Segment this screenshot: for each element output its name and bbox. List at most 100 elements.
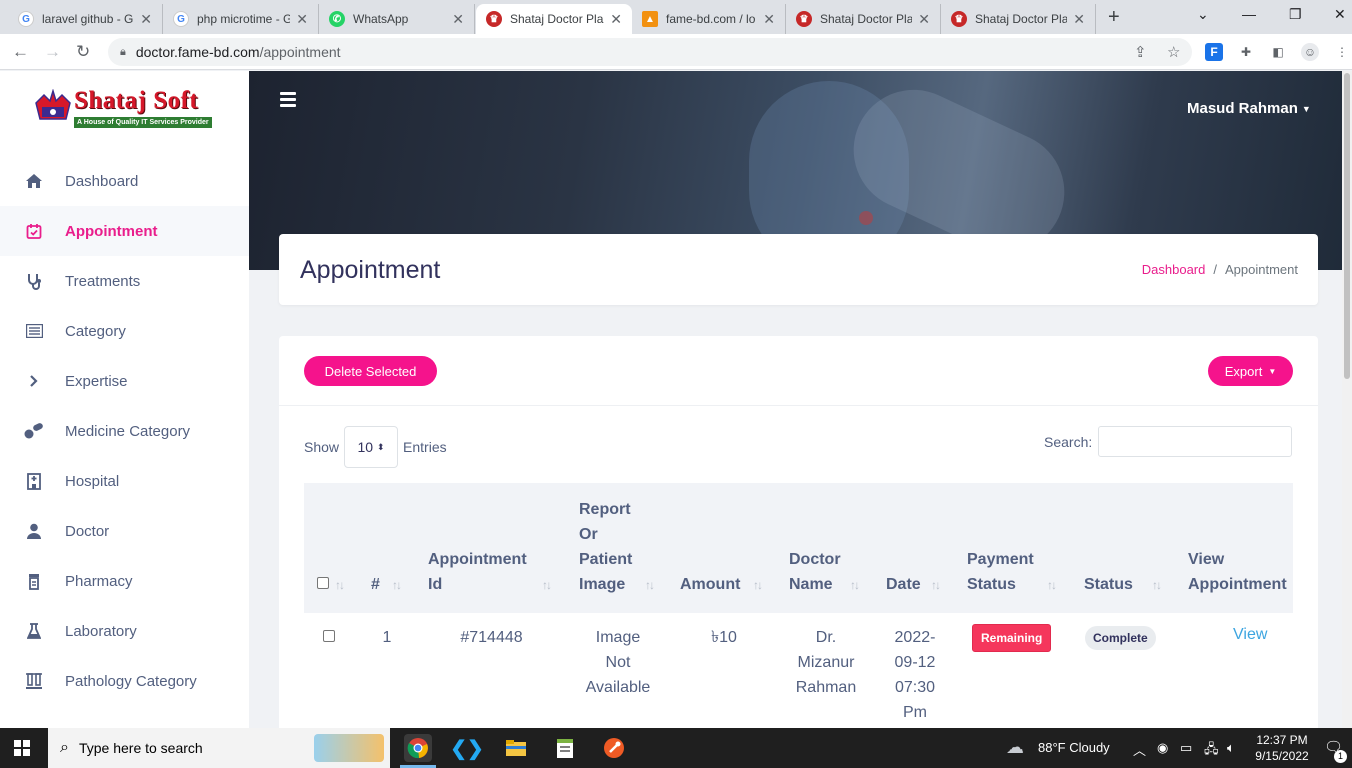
volume-icon[interactable]: 🔈︎: [1227, 740, 1235, 756]
minimize-icon[interactable]: —: [1242, 6, 1256, 22]
tab-search-chevron-icon[interactable]: ⌄: [1197, 6, 1209, 23]
sidebar-item-medicine-category[interactable]: Medicine Category: [0, 406, 249, 456]
tab-title: Shataj Doctor Pla: [510, 12, 604, 26]
bookmark-star-icon[interactable]: ☆: [1167, 43, 1180, 61]
close-icon[interactable]: ✕: [140, 11, 152, 28]
close-icon[interactable]: ✕: [452, 11, 464, 28]
sidebar-item-category[interactable]: Category: [0, 306, 249, 356]
column-header-view-appointment[interactable]: View Appointment: [1188, 547, 1287, 597]
sidebar-item-label: Category: [65, 322, 126, 340]
sort-icon[interactable]: ↑↓: [335, 578, 345, 592]
browser-tab[interactable]: ♛ Shataj Doctor Pla ✕: [941, 4, 1096, 34]
sort-icon[interactable]: ↑↓: [542, 578, 552, 592]
site-favicon-icon: ♛: [486, 11, 502, 27]
address-bar[interactable]: 🔒︎ doctor.fame-bd.com/appointment: [108, 38, 1192, 66]
flask-icon: [24, 621, 44, 641]
sort-icon[interactable]: ↑↓: [645, 578, 655, 592]
window-close-icon[interactable]: ✕: [1334, 6, 1346, 23]
site-favicon-icon: ♛: [796, 11, 812, 27]
browser-menu-icon[interactable]: ⋮: [1333, 43, 1351, 61]
sort-icon[interactable]: ↑↓: [1047, 578, 1057, 592]
meet-now-icon[interactable]: ◉: [1157, 740, 1168, 756]
back-icon[interactable]: ←: [12, 42, 29, 62]
browser-tab[interactable]: ▲ fame-bd.com / lo ✕: [632, 4, 786, 34]
column-header-status[interactable]: Status: [1084, 572, 1133, 597]
column-header-number[interactable]: #: [371, 572, 380, 597]
windows-start-icon[interactable]: [14, 740, 30, 756]
column-header-payment-status[interactable]: Payment Status: [967, 547, 1034, 597]
sort-icon[interactable]: ↑↓: [1152, 578, 1162, 592]
column-header-doctor-name[interactable]: Doctor Name: [789, 547, 841, 597]
new-tab-icon[interactable]: +: [1108, 6, 1120, 29]
delete-selected-button[interactable]: Delete Selected: [304, 356, 437, 386]
sidebar-item-pharmacy[interactable]: Pharmacy: [0, 556, 249, 606]
sort-icon[interactable]: ↑↓: [931, 578, 941, 592]
crown-logo-icon: [35, 89, 71, 120]
notepad-plus-icon[interactable]: [551, 734, 579, 762]
vscode-icon[interactable]: ❮❯: [450, 734, 484, 762]
browser-tab[interactable]: ♛ Shataj Doctor Pla ✕: [786, 4, 941, 34]
weather-text[interactable]: 88°F Cloudy: [1038, 740, 1110, 755]
network-icon[interactable]: 🖧︎: [1204, 740, 1219, 762]
sidebar-item-dashboard[interactable]: Dashboard: [0, 156, 249, 206]
search-highlight-icon[interactable]: [314, 734, 384, 762]
sort-icon[interactable]: ↑↓: [850, 578, 860, 592]
sidebar-item-hospital[interactable]: Hospital: [0, 456, 249, 506]
share-icon[interactable]: ⇪: [1134, 43, 1147, 61]
sidebar-item-laboratory[interactable]: Laboratory: [0, 606, 249, 656]
menu-toggle-icon[interactable]: [280, 92, 296, 110]
forward-icon[interactable]: →: [44, 42, 61, 62]
select-all-checkbox[interactable]: [317, 577, 329, 589]
export-button[interactable]: Export ▼: [1208, 356, 1293, 386]
browser-tab-active[interactable]: ♛ Shataj Doctor Pla ✕: [476, 4, 632, 34]
postman-icon[interactable]: [600, 734, 628, 762]
scrollbar-thumb[interactable]: [1344, 73, 1350, 379]
taskbar-clock[interactable]: 12:37 PM 9/15/2022: [1250, 732, 1314, 764]
column-header-date[interactable]: Date: [886, 572, 921, 597]
sidebar-item-doctor[interactable]: Doctor: [0, 506, 249, 556]
sidebar-item-expertise[interactable]: Expertise: [0, 356, 249, 406]
restore-icon[interactable]: ❐: [1289, 6, 1302, 23]
cloudy-weather-icon[interactable]: ☁: [1006, 737, 1024, 758]
chevron-up-icon[interactable]: ︿: [1133, 740, 1146, 759]
puzzle-extensions-icon[interactable]: ✚: [1237, 43, 1255, 61]
reload-icon[interactable]: ↻: [76, 42, 90, 62]
taskbar-search-box[interactable]: ⌕ Type here to search: [48, 728, 390, 768]
file-explorer-icon[interactable]: [502, 734, 530, 762]
cell-amount: ৳10: [711, 629, 737, 646]
close-icon[interactable]: ✕: [763, 11, 775, 28]
search-input[interactable]: [1098, 426, 1293, 457]
chrome-icon[interactable]: [404, 734, 432, 762]
sidebar-item-treatments[interactable]: Treatments: [0, 256, 249, 306]
entries-select[interactable]: 10 ⬍: [344, 426, 399, 468]
row-checkbox[interactable]: [323, 630, 335, 642]
close-icon[interactable]: ✕: [296, 11, 308, 28]
sort-icon[interactable]: ↑↓: [753, 578, 763, 592]
sidebar-item-pathology-category[interactable]: Pathology Category: [0, 656, 249, 706]
lock-icon[interactable]: 🔒︎: [120, 46, 126, 59]
column-header-amount[interactable]: Amount: [680, 572, 740, 597]
sort-icon[interactable]: ↑↓: [392, 578, 402, 592]
sidebar-item-appointment[interactable]: Appointment: [0, 206, 249, 256]
column-header-appointment-id[interactable]: Appointment Id: [428, 547, 527, 597]
status-badge: Complete: [1085, 626, 1156, 650]
brand-logo[interactable]: Shataj Soft A House of Quality IT Servic…: [34, 87, 214, 129]
user-menu[interactable]: Masud Rahman ▼: [1187, 100, 1311, 117]
extension-icon[interactable]: F: [1205, 43, 1223, 61]
page-scrollbar[interactable]: [1342, 71, 1352, 728]
close-icon[interactable]: ✕: [610, 11, 622, 28]
profile-avatar-icon[interactable]: ☺: [1301, 43, 1319, 61]
view-appointment-link[interactable]: View: [1233, 626, 1267, 644]
close-icon[interactable]: ✕: [1073, 11, 1085, 28]
close-icon[interactable]: ✕: [918, 11, 930, 28]
header-line: Patient: [579, 551, 633, 568]
cell-line: Mizanur: [797, 654, 855, 671]
battery-icon[interactable]: ▭: [1180, 740, 1192, 756]
breadcrumb-dashboard-link[interactable]: Dashboard: [1142, 262, 1206, 277]
browser-tab[interactable]: G php microtime - G ✕: [163, 4, 319, 34]
browser-tab[interactable]: G laravel github - G ✕: [8, 4, 163, 34]
side-panel-icon[interactable]: ◧: [1269, 43, 1287, 61]
browser-tab[interactable]: ✆ WhatsApp ✕: [319, 4, 475, 34]
cell-time: Pm: [903, 704, 927, 721]
column-header-report[interactable]: Report Or Patient Image: [579, 497, 632, 597]
